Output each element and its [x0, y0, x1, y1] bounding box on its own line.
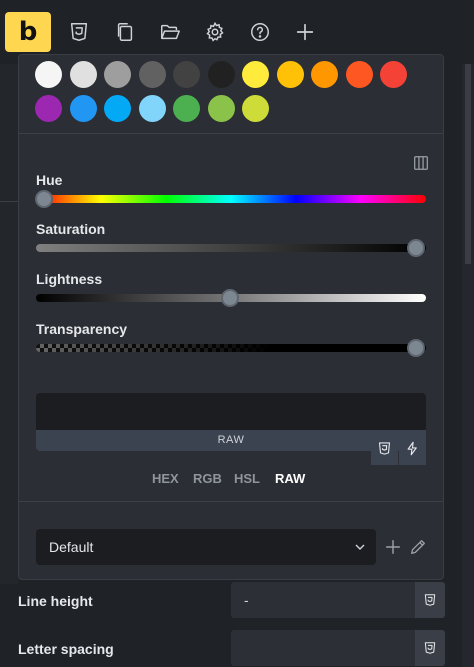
raw-label: RAW — [217, 434, 245, 446]
color-swatch[interactable] — [207, 95, 235, 122]
lightness-label: Lightness — [36, 271, 103, 287]
dynamic-data-button[interactable] — [399, 431, 426, 465]
color-swatch[interactable] — [173, 61, 200, 88]
chevron-down-icon — [355, 544, 365, 550]
color-swatch[interactable] — [104, 95, 131, 122]
color-swatch[interactable] — [242, 95, 269, 122]
color-swatch[interactable] — [69, 61, 97, 88]
letter-spacing-label: Letter spacing — [18, 641, 114, 657]
folder-open-icon[interactable] — [155, 17, 185, 47]
left-background — [0, 64, 18, 584]
plus-icon — [385, 539, 401, 555]
color-swatch[interactable] — [69, 95, 97, 122]
css3-icon — [424, 642, 436, 654]
divider — [0, 201, 18, 202]
help-icon[interactable] — [245, 17, 275, 47]
saturation-label: Saturation — [36, 221, 106, 237]
palette-select[interactable]: Default — [36, 529, 376, 565]
letter-spacing-css-variable-button[interactable] — [415, 630, 445, 666]
plus-icon[interactable] — [290, 17, 320, 47]
palette-select-value: Default — [49, 539, 94, 555]
color-swatch[interactable] — [138, 95, 166, 122]
color-swatch[interactable] — [380, 61, 407, 88]
css3-icon — [424, 594, 436, 606]
letter-spacing-input[interactable] — [231, 630, 445, 666]
color-swatch[interactable] — [138, 61, 166, 88]
color-swatch[interactable] — [104, 61, 131, 88]
hue-slider[interactable] — [36, 195, 426, 203]
format-tab-hsl[interactable]: HSL — [234, 471, 260, 486]
hue-slider-handle[interactable] — [35, 190, 53, 208]
color-swatch[interactable] — [276, 61, 304, 88]
css-variable-button[interactable] — [371, 431, 398, 465]
right-scroll-edge — [462, 64, 474, 667]
line-height-css-variable-button[interactable] — [415, 582, 445, 618]
add-palette-button[interactable] — [383, 537, 403, 557]
color-swatch[interactable] — [345, 61, 373, 88]
css3-icon[interactable] — [64, 17, 94, 47]
raw-label-bar: RAW — [36, 430, 426, 451]
css3-icon — [378, 441, 391, 455]
saturation-slider-handle[interactable] — [407, 239, 425, 257]
edit-palette-button[interactable] — [408, 537, 428, 557]
color-swatch[interactable] — [35, 95, 62, 122]
transparency-slider-handle[interactable] — [407, 339, 425, 357]
divider — [19, 501, 443, 502]
transparency-slider[interactable] — [36, 344, 426, 352]
columns-toggle-icon[interactable] — [411, 153, 431, 173]
saturation-slider[interactable] — [36, 244, 426, 252]
format-tab-rgb[interactable]: RGB — [193, 471, 222, 486]
line-height-label: Line height — [18, 593, 93, 609]
color-swatch[interactable] — [207, 61, 235, 88]
format-tab-hex[interactable]: HEX — [152, 471, 179, 486]
copy-pages-icon[interactable] — [110, 17, 140, 47]
divider — [19, 133, 443, 134]
color-picker-panel: Hue Saturation Lightness Transparency RA… — [18, 54, 444, 580]
pencil-icon — [411, 540, 425, 554]
color-swatch[interactable] — [173, 95, 200, 122]
builder-logo-button[interactable]: b — [5, 12, 51, 52]
line-height-value: - — [244, 592, 249, 608]
hue-label: Hue — [36, 172, 63, 188]
bolt-icon — [407, 441, 417, 455]
scrollbar-thumb[interactable] — [465, 64, 471, 264]
color-swatch[interactable] — [242, 61, 269, 88]
raw-color-input[interactable]: RAW — [36, 393, 426, 451]
line-height-input[interactable]: - — [231, 582, 445, 618]
color-swatch[interactable] — [35, 61, 62, 88]
color-swatch[interactable] — [311, 61, 338, 88]
lightness-slider-handle[interactable] — [221, 289, 239, 307]
transparency-label: Transparency — [36, 321, 128, 337]
format-tab-raw[interactable]: RAW — [275, 471, 305, 486]
gear-icon[interactable] — [200, 17, 230, 47]
